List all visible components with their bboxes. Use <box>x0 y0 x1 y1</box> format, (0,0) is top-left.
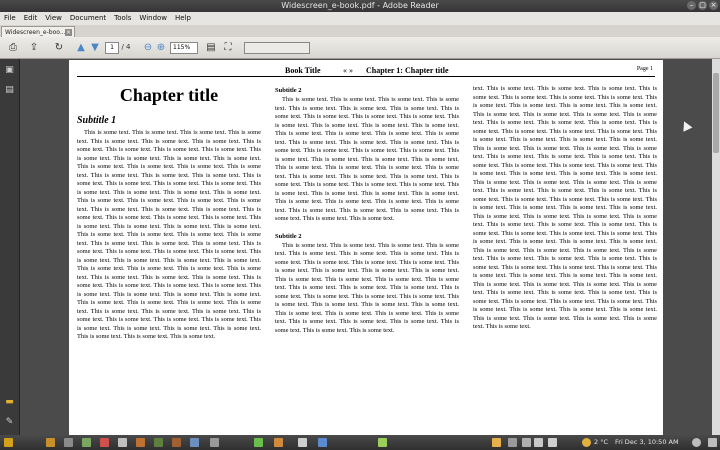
paragraph: This is some text. This is some text. Th… <box>77 129 261 340</box>
title-bar: Widescreen_e-book.pdf - Adobe Reader – □… <box>0 0 720 12</box>
archive-icon[interactable] <box>274 438 283 447</box>
share-icon[interactable]: ⇪ <box>25 41 43 54</box>
menu-tools[interactable]: Tools <box>110 12 135 25</box>
text-column-1: Chapter title Subtitle 1 This is some te… <box>77 85 261 342</box>
paragraph: text. This is some text. This is some te… <box>473 85 657 330</box>
tab-bar: Widescreen_e-boo... × <box>0 25 720 37</box>
subtitle-2-first: Subtitle 2 <box>275 87 302 94</box>
document-area[interactable]: Book Title « » Chapter 1: Chapter title … <box>20 59 712 435</box>
fullscreen-icon[interactable]: ⛶ <box>222 41 234 54</box>
header-nav-arrows[interactable]: « » <box>343 66 353 75</box>
tab-label: Widescreen_e-boo... <box>5 29 66 36</box>
browser-icon[interactable] <box>190 438 199 447</box>
tray-network-icon[interactable] <box>522 438 531 447</box>
sync-icon[interactable]: ↻ <box>52 41 66 54</box>
office-icon[interactable] <box>118 438 127 447</box>
subtitle-2-second: Subtitle 2 <box>275 232 302 240</box>
page-total: / 4 <box>121 43 131 51</box>
menu-help[interactable]: Help <box>171 12 195 25</box>
paint-icon[interactable] <box>100 438 109 447</box>
taskbar: 2 °C Fri Dec 3, 10:50 AM <box>0 435 720 450</box>
text-editor-icon[interactable] <box>82 438 91 447</box>
fit-page-icon[interactable]: ▤ <box>205 41 217 54</box>
zoom-select[interactable]: 115% <box>170 42 198 54</box>
power-icon[interactable] <box>692 438 701 447</box>
paragraph: This is some text. This is some text. Th… <box>275 96 459 222</box>
page-number-input[interactable]: 1 <box>105 42 119 54</box>
zoom-out-icon[interactable]: ⊖ <box>143 41 153 54</box>
menu-launcher-icon[interactable] <box>4 438 13 447</box>
minimize-icon[interactable]: – <box>687 1 696 10</box>
zoom-in-icon[interactable]: ⊕ <box>156 41 166 54</box>
pages-panel-icon[interactable]: ▣ <box>4 65 15 76</box>
header-page-number: Page 1 <box>636 66 653 72</box>
files-icon[interactable] <box>46 438 55 447</box>
tab-document[interactable]: Widescreen_e-boo... × <box>1 26 75 37</box>
prev-page-icon[interactable]: ▲ <box>76 41 86 54</box>
print-icon[interactable]: ⎙ <box>6 41 20 54</box>
terminal-icon[interactable] <box>64 438 73 447</box>
page-header: Book Title « » Chapter 1: Chapter title … <box>77 64 655 77</box>
home-icon[interactable] <box>298 438 307 447</box>
notes-icon[interactable] <box>378 438 387 447</box>
app-icon[interactable] <box>172 438 181 447</box>
weather-temperature: 2 °C <box>594 438 608 446</box>
chapter-title: Chapter title <box>119 85 219 105</box>
weather-icon <box>582 438 591 447</box>
header-chapter: Chapter 1: Chapter title <box>366 66 449 75</box>
menu-file[interactable]: File <box>0 12 20 25</box>
window-title: Widescreen_e-book.pdf - Adobe Reader <box>281 1 439 10</box>
menu-view[interactable]: View <box>41 12 66 25</box>
paragraph: This is some text. This is some text. Th… <box>275 241 459 334</box>
clock[interactable]: Fri Dec 3, 10:50 AM <box>615 435 679 450</box>
subtitle-1: Subtitle 1 <box>77 115 117 126</box>
header-book-title: Book Title <box>285 66 321 75</box>
toolbar: ⎙ ⇪ ↻ ▲ ▼ 1 / 4 ⊖ ⊕ 115% ▤ ⛶ <box>0 37 720 59</box>
scrollbar-thumb[interactable] <box>713 73 719 153</box>
maximize-icon[interactable]: □ <box>698 1 707 10</box>
media-player-icon[interactable] <box>254 438 263 447</box>
menu-edit[interactable]: Edit <box>20 12 42 25</box>
settings-icon[interactable] <box>210 438 219 447</box>
bookmarks-panel-icon[interactable]: ▤ <box>4 85 15 96</box>
network-icon[interactable] <box>318 438 327 447</box>
menu-window[interactable]: Window <box>135 12 171 25</box>
text-column-3: text. This is some text. This is some te… <box>473 85 657 332</box>
volume-icon[interactable] <box>534 438 543 447</box>
show-desktop-icon[interactable] <box>708 438 717 447</box>
close-icon[interactable]: × <box>709 1 718 10</box>
image-viewer-icon[interactable] <box>136 438 145 447</box>
pdf-page: Book Title « » Chapter 1: Chapter title … <box>69 60 663 435</box>
menu-document[interactable]: Document <box>66 12 110 25</box>
tray-pen-icon[interactable] <box>548 438 557 447</box>
next-page-icon[interactable]: ▼ <box>90 41 100 54</box>
tray-folder-icon[interactable] <box>492 438 501 447</box>
vertical-scrollbar[interactable] <box>712 59 720 435</box>
comments-icon[interactable]: ▬ <box>4 397 15 408</box>
attachments-icon[interactable]: ✎ <box>4 417 15 428</box>
text-column-2: Subtitle 2 This is some text. This is so… <box>275 86 459 335</box>
find-field[interactable] <box>244 42 310 54</box>
navigation-panel: ▣ ▤ ▬ ✎ <box>0 59 20 435</box>
menu-bar: File Edit View Document Tools Window Help <box>0 12 720 25</box>
tab-close-icon[interactable]: × <box>65 29 72 36</box>
tray-security-icon[interactable] <box>508 438 517 447</box>
spreadsheet-icon[interactable] <box>154 438 163 447</box>
